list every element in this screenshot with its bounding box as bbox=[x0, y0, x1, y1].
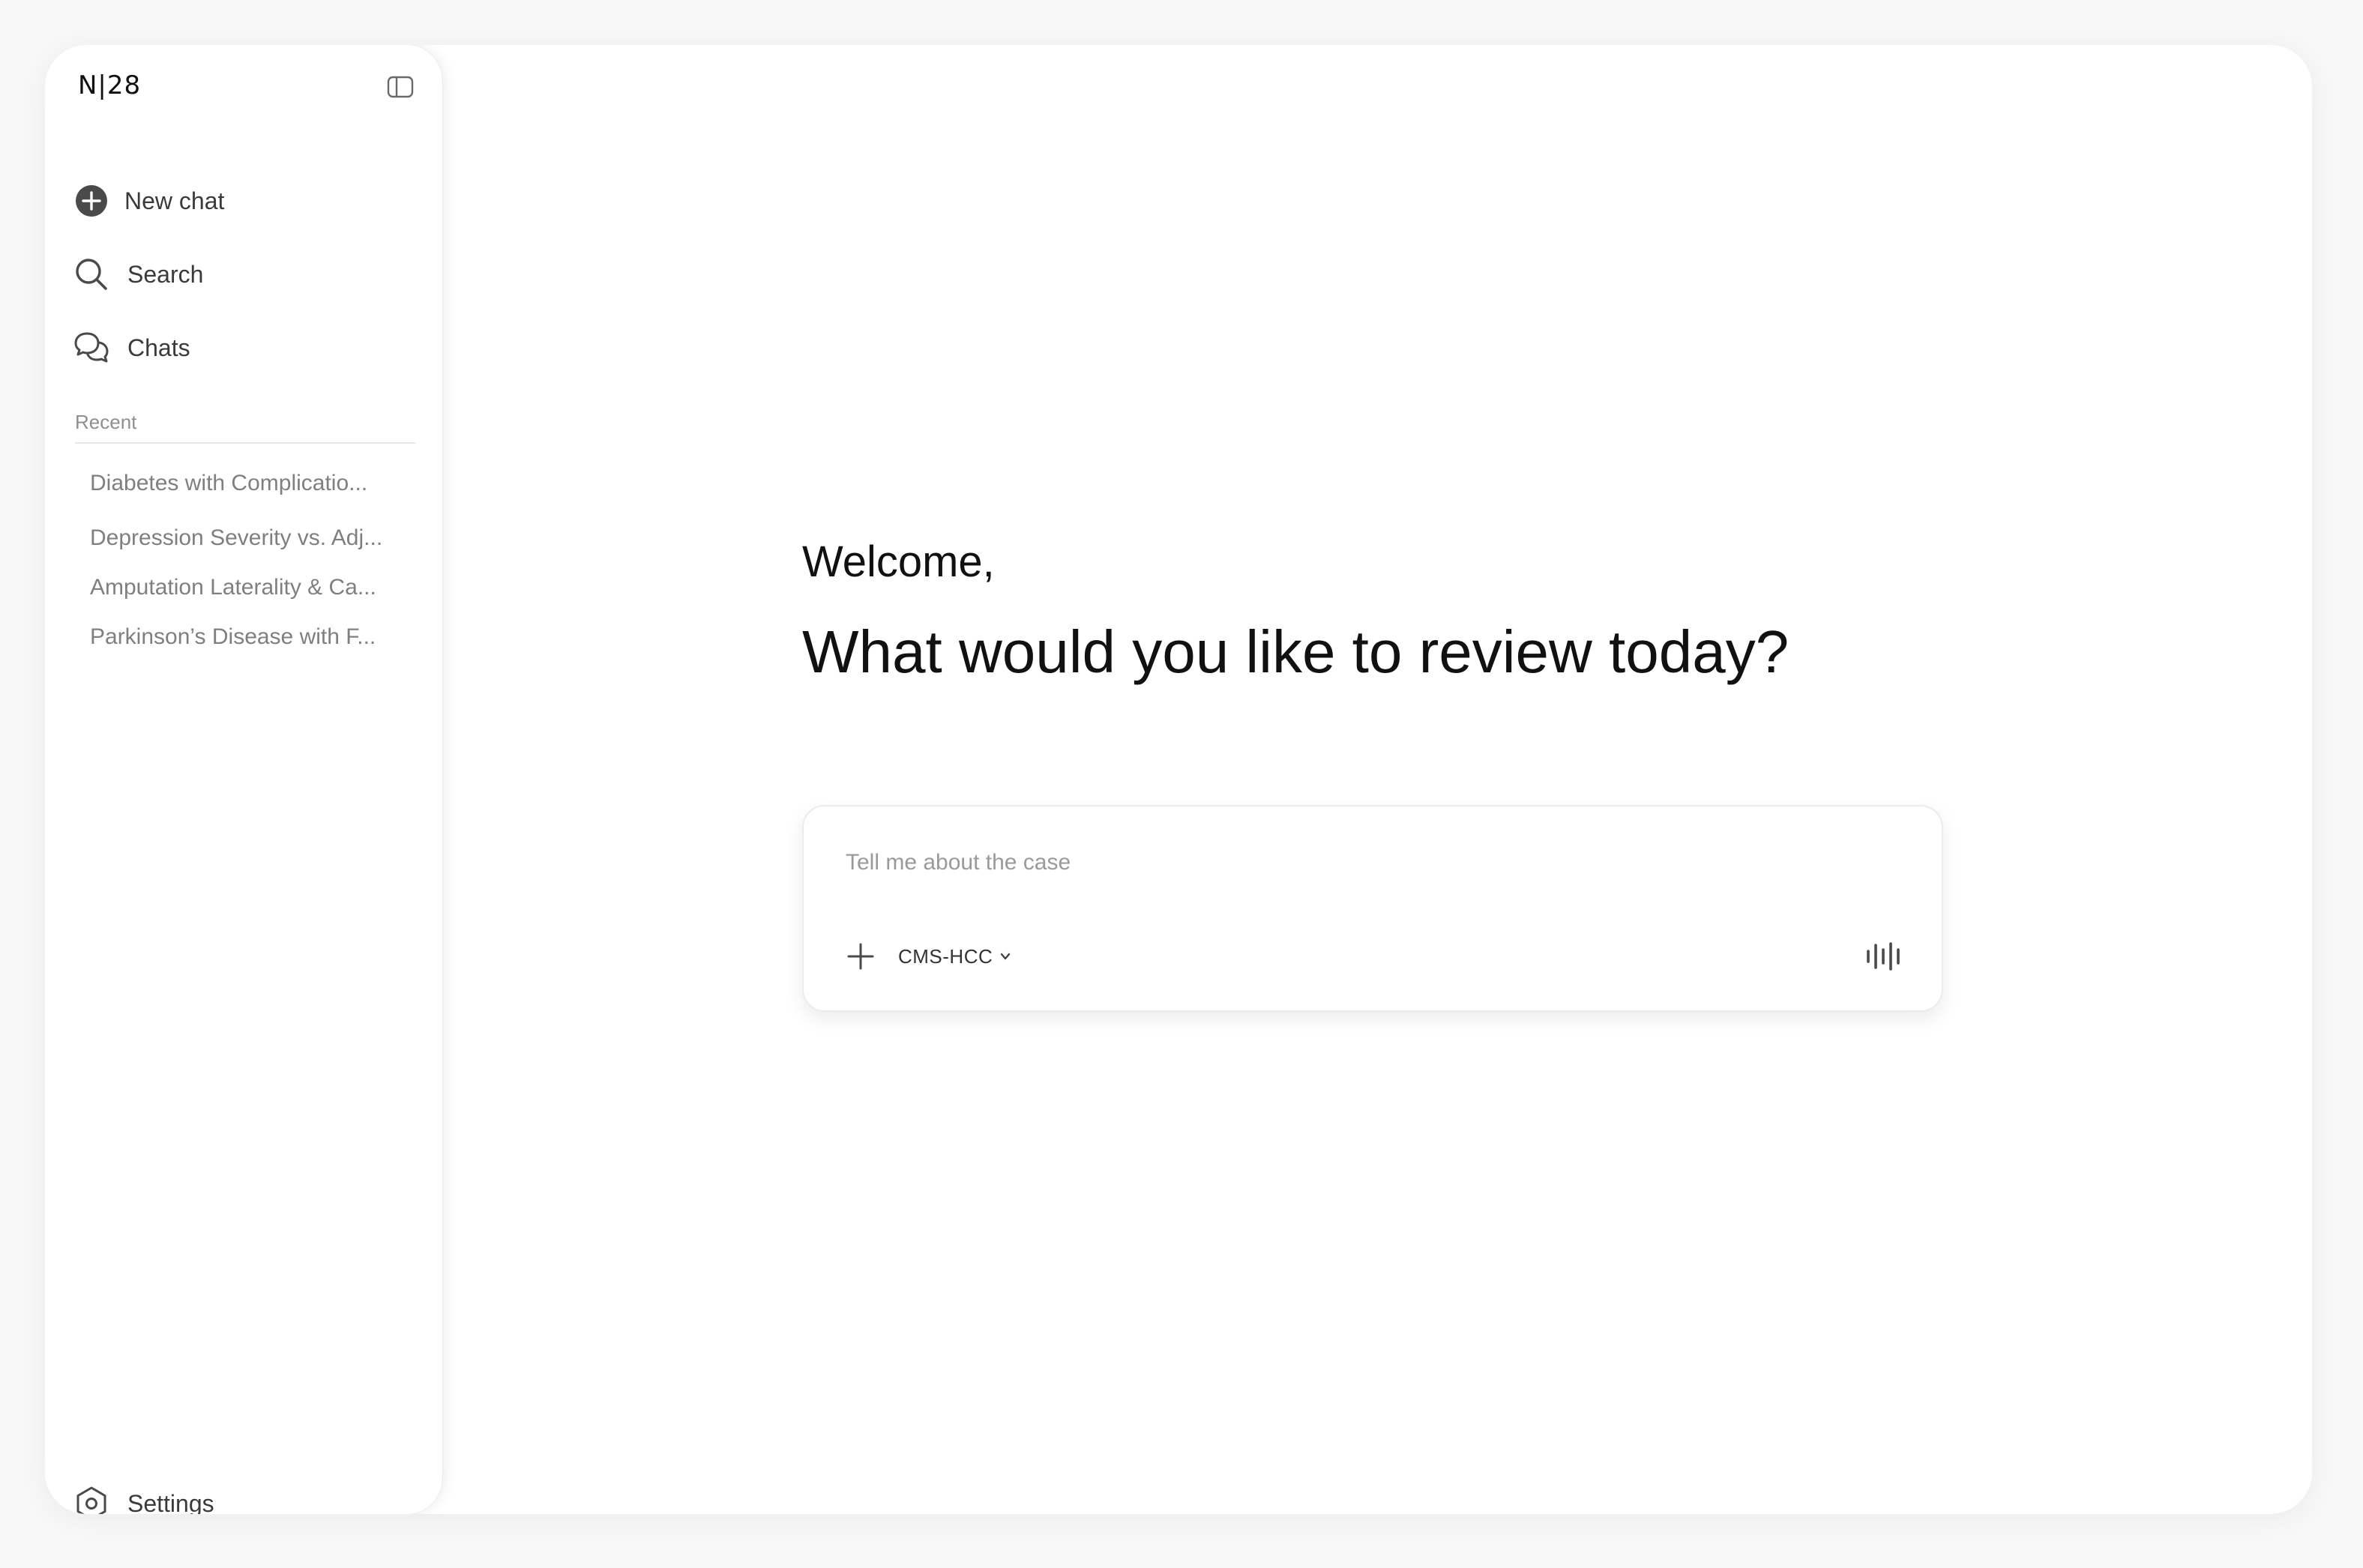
settings-button[interactable]: Settings bbox=[73, 1480, 214, 1514]
settings-hexagon-icon bbox=[73, 1486, 109, 1514]
recent-divider bbox=[75, 442, 415, 444]
sidebar-toggle-icon bbox=[387, 76, 414, 98]
search-button[interactable]: Search bbox=[73, 250, 203, 298]
audio-waveform-icon bbox=[1867, 942, 1900, 971]
recent-section-title: Recent bbox=[75, 411, 137, 433]
recent-chat-item[interactable]: Diabetes with Complicatio... bbox=[90, 471, 412, 496]
search-icon bbox=[73, 256, 109, 292]
recent-chat-item[interactable]: Parkinson’s Disease with F... bbox=[90, 624, 412, 650]
add-attachment-button[interactable] bbox=[843, 938, 879, 974]
chat-bubbles-icon bbox=[73, 330, 109, 366]
app-logo: N|28 bbox=[78, 70, 142, 100]
voice-input-button[interactable] bbox=[1864, 935, 1906, 977]
new-chat-label: New chat bbox=[124, 187, 225, 214]
recent-chat-item[interactable]: Depression Severity vs. Adj... bbox=[90, 525, 412, 551]
search-label: Search bbox=[127, 260, 204, 288]
chats-label: Chats bbox=[127, 334, 190, 361]
main-content: Welcome, What would you like to review t… bbox=[442, 45, 2312, 1514]
settings-label: Settings bbox=[127, 1489, 214, 1515]
plus-circle-icon bbox=[73, 183, 109, 219]
chats-button[interactable]: Chats bbox=[73, 324, 190, 372]
page-title: What would you like to review today? bbox=[802, 618, 1789, 685]
chevron-down-icon bbox=[999, 949, 1014, 964]
case-input[interactable] bbox=[846, 844, 1820, 881]
new-chat-button[interactable]: New chat bbox=[73, 177, 224, 225]
recent-chat-item[interactable]: Amputation Laterality & Ca... bbox=[90, 575, 412, 600]
app-window: N|28 New chat Search Chats Recent Diabet… bbox=[45, 45, 2312, 1514]
plus-icon bbox=[847, 943, 874, 970]
welcome-heading: Welcome, bbox=[802, 537, 995, 586]
model-selector[interactable]: CMS-HCC bbox=[898, 941, 1014, 971]
sidebar: N|28 New chat Search Chats Recent Diabet… bbox=[45, 45, 442, 1514]
sidebar-toggle-button[interactable] bbox=[385, 72, 415, 102]
model-selector-label: CMS-HCC bbox=[898, 944, 993, 968]
chat-composer: CMS-HCC bbox=[802, 805, 1943, 1012]
